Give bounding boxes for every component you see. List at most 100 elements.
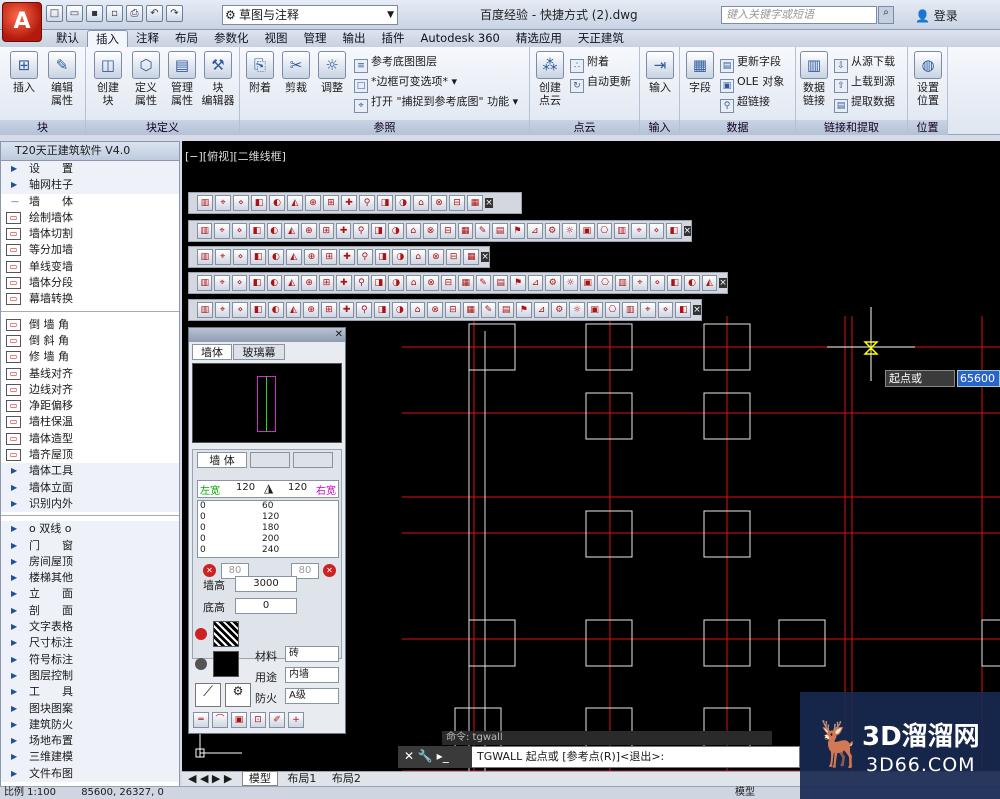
toolbar-tool-icon[interactable]: ▥ — [614, 223, 630, 239]
pick-wall-icon[interactable]: ⟋ — [195, 683, 221, 707]
new-icon[interactable]: □ — [46, 5, 63, 22]
left-width-value[interactable]: 120 — [236, 482, 255, 493]
toolbar-tool-icon[interactable]: ◐ — [269, 195, 285, 211]
toolbar-tool-icon[interactable]: ⊟ — [445, 302, 461, 318]
add-icon[interactable]: + — [288, 712, 304, 728]
location-panel-title[interactable]: 位置 — [908, 120, 947, 135]
toolbar-tool-icon[interactable]: ⚙ — [544, 223, 560, 239]
toolbar-tool-icon[interactable]: ⎔ — [604, 302, 621, 318]
toolbar-tool-icon[interactable]: ▦ — [467, 195, 483, 211]
toolbar-tool-icon[interactable]: ✚ — [336, 275, 352, 291]
application-menu-button[interactable]: A — [2, 2, 42, 42]
toolbar-tool-icon[interactable]: ◧ — [251, 195, 267, 211]
tab-wall-inner[interactable]: 墙 体 — [197, 452, 247, 468]
tab-8[interactable]: 插件 — [374, 30, 413, 47]
palette-item-7[interactable]: ▭ 墙体分段 — [1, 275, 179, 291]
toolbar-tool-icon[interactable]: ◨ — [374, 249, 391, 265]
toolbar-tool-icon[interactable]: ⌖ — [632, 275, 648, 291]
toolbar-tool-icon[interactable]: ▥ — [622, 302, 638, 318]
open-icon[interactable]: ▭ — [66, 5, 83, 22]
palette-item-30[interactable]: ▶ 尺寸标注 — [1, 635, 179, 652]
tab-curtain-wall[interactable]: 玻璃幕 — [233, 344, 285, 360]
tab-10[interactable]: 精选应用 — [508, 30, 570, 47]
tab-inner-3[interactable] — [293, 452, 333, 468]
width-list-row[interactable]: 0 180 — [198, 523, 338, 534]
toolbar-tool-icon[interactable]: ⚲ — [356, 249, 373, 265]
toolbar-tool-icon[interactable]: ⚙ — [551, 302, 568, 318]
toolbar-tool-icon[interactable]: ◧ — [250, 249, 267, 265]
palette-item-5[interactable]: ▭ 等分加墙 — [1, 242, 179, 258]
toolbar-tool-icon[interactable]: ⌖ — [631, 223, 647, 239]
toolbar-tool-icon[interactable]: ⎔ — [597, 275, 613, 291]
palette-item-3[interactable]: ▭ 绘制墙体 — [1, 210, 179, 226]
wrench-icon[interactable]: 🔧 — [418, 749, 433, 763]
toolbar-tool-icon[interactable]: ▦ — [457, 223, 473, 239]
save-as-icon[interactable]: ▫ — [106, 5, 123, 22]
wall-dialog-header[interactable]: ✕ — [189, 328, 345, 342]
dynamic-input-field[interactable]: 65600 — [957, 370, 1000, 387]
toolbar-tool-icon[interactable]: ⌖ — [214, 302, 231, 318]
palette-item-14[interactable]: ▭ 边线对齐 — [1, 382, 179, 398]
tab-model[interactable]: 模型 — [241, 771, 278, 786]
underlay-layers-button[interactable]: ≡ 参考底图图层 — [354, 55, 437, 73]
toolbar-tool-icon[interactable]: ⊞ — [318, 223, 334, 239]
toolbar-tool-icon[interactable]: ⋄ — [233, 195, 249, 211]
palette-item-28[interactable]: ▶ 剖 面 — [1, 602, 179, 620]
toolbar-tool-icon[interactable]: ⋄ — [648, 223, 665, 239]
update-field-button[interactable]: ▤ 更新字段 — [720, 55, 781, 73]
palette-item-20[interactable]: ▶ 墙体立面 — [1, 479, 179, 496]
palette-item-12[interactable]: ▭ 修 墙 角 — [1, 349, 179, 365]
toolbar-tool-icon[interactable]: ◭ — [283, 223, 300, 239]
toolbar-tool-icon[interactable]: ◭ — [287, 195, 303, 211]
material-select[interactable]: 砖 — [285, 646, 339, 662]
toolbar-tool-icon[interactable]: ◭ — [284, 275, 300, 291]
toolbar-tool-icon[interactable]: ⌂ — [405, 223, 421, 239]
search-icon[interactable]: ⌕ — [878, 6, 894, 24]
toolbar-tool-icon[interactable]: ◐ — [266, 223, 282, 239]
palette-item-19[interactable]: ▶ 墙体工具 — [1, 463, 179, 480]
toolbar-tool-icon[interactable]: ▤ — [492, 275, 509, 291]
create-point-cloud-button[interactable]: ⁂ 创建 点云 — [532, 51, 568, 107]
toolbar-tool-icon[interactable]: ⌖ — [214, 249, 231, 265]
delete-icon[interactable]: ✕ — [323, 564, 336, 577]
width-list-row[interactable]: 0 200 — [198, 534, 338, 545]
tab-wall[interactable]: 墙体 — [192, 344, 232, 360]
toolbar-tool-icon[interactable]: ◐ — [268, 249, 284, 265]
toolbar-tool-icon[interactable]: ▥ — [197, 195, 213, 211]
toolbar-tool-icon[interactable]: ☼ — [561, 223, 578, 239]
palette-item-4[interactable]: ▭ 墙体切割 — [1, 226, 179, 242]
toolbar-tool-icon[interactable]: ◑ — [391, 302, 408, 318]
toolbar-tool-icon[interactable]: ⊿ — [527, 275, 544, 291]
edit-attribute-button[interactable]: ✎ 编辑 属性 — [44, 51, 80, 107]
palette-item-0[interactable]: ▶ 设 置 — [1, 161, 179, 178]
toolbar-tool-icon[interactable]: ⊟ — [445, 249, 462, 265]
toolbar-tool-icon[interactable]: ◨ — [377, 195, 393, 211]
width-list-row[interactable]: 0 240 — [198, 545, 338, 556]
toolbar-tool-icon[interactable]: ◭ — [285, 249, 302, 265]
toolbar-tool-icon[interactable]: ☼ — [562, 275, 578, 291]
frame-variable-button[interactable]: □ *边框可变选项* ▾ — [354, 75, 457, 93]
model-space-toggle[interactable]: 模型 — [735, 787, 755, 799]
palette-item-23[interactable]: ▶ o 双线 o — [1, 521, 179, 538]
toolbar-tool-icon[interactable]: ✎ — [475, 275, 491, 291]
define-attribute-button[interactable]: ⬡ 定义 属性 — [128, 51, 164, 107]
palette-item-29[interactable]: ▶ 文字表格 — [1, 619, 179, 636]
toolbar-tool-icon[interactable]: ▣ — [579, 223, 595, 239]
delete-icon[interactable] — [195, 658, 207, 670]
tab-3[interactable]: 布局 — [167, 30, 206, 47]
toolbar-tool-icon[interactable]: ▣ — [579, 275, 596, 291]
palette-item-34[interactable]: ▶ 图块图案 — [1, 700, 179, 717]
palette-item-17[interactable]: ▭ 墙体造型 — [1, 431, 179, 447]
tab-11[interactable]: 天正建筑 — [570, 30, 632, 47]
arc-wall-icon[interactable]: ⌒ — [212, 712, 228, 728]
tab-7[interactable]: 输出 — [335, 30, 374, 47]
toolbar-tool-icon[interactable]: ✚ — [336, 223, 352, 239]
toolbar-tool-icon[interactable]: ⌂ — [405, 275, 422, 291]
toolbar-tool-icon[interactable]: ▤ — [498, 302, 514, 318]
toolbar-tool-icon[interactable]: ⊗ — [427, 249, 444, 265]
toolbar-tool-icon[interactable]: ⋄ — [657, 302, 674, 318]
delete-icon[interactable]: ✕ — [203, 564, 216, 577]
create-block-button[interactable]: ◫ 创建 块 — [90, 51, 126, 107]
toolbar-tool-icon[interactable]: ◭ — [701, 275, 718, 291]
tab-layout2[interactable]: 布局2 — [326, 772, 367, 785]
